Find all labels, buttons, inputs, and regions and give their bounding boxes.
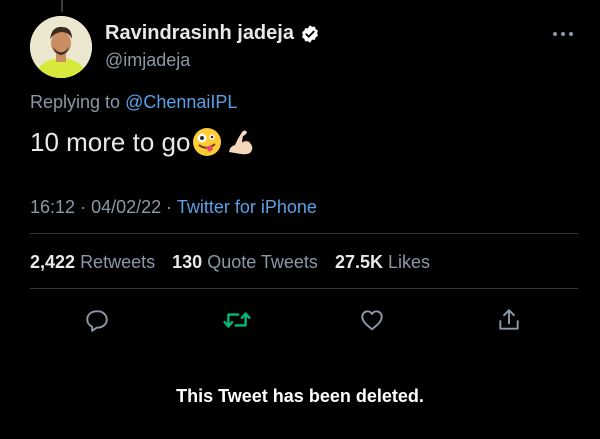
reply-button[interactable] xyxy=(82,305,112,335)
tweet-deleted-notice: This Tweet has been deleted. xyxy=(176,386,424,406)
more-options-icon[interactable] xyxy=(552,26,574,37)
retweets-label: Retweets xyxy=(80,252,156,272)
like-icon xyxy=(361,310,383,331)
avatar-photo xyxy=(30,16,92,78)
divider xyxy=(30,288,578,289)
share-button[interactable] xyxy=(494,305,524,335)
tweet-source-link[interactable]: Twitter for iPhone xyxy=(177,197,317,217)
quote-tweets-count: 130 xyxy=(172,252,203,272)
tweet-stats: 2,422 Retweets 130 Quote Tweets 27.5K Li… xyxy=(30,252,430,273)
meta-separator: · xyxy=(166,197,173,217)
tweet-body: 10 more to go xyxy=(30,126,256,158)
share-icon xyxy=(499,309,519,330)
retweets-stat[interactable]: 2,422 Retweets xyxy=(30,252,160,272)
like-button[interactable] xyxy=(357,305,387,335)
reply-mention-link[interactable]: @ChennaiIPL xyxy=(125,92,237,112)
verified-badge-icon xyxy=(300,24,320,44)
meta-separator: · xyxy=(80,197,87,217)
zany-face-icon xyxy=(191,126,223,158)
tweet-date[interactable]: 04/02/22 xyxy=(91,197,161,217)
retweets-count: 2,422 xyxy=(30,252,76,272)
tweet-meta: 16:12 · 04/02/22 · Twitter for iPhone xyxy=(30,197,317,218)
likes-stat[interactable]: 27.5K Likes xyxy=(335,252,430,272)
replying-to-line: Replying to @ChennaiIPL xyxy=(30,92,237,113)
thread-connector-line xyxy=(61,0,63,12)
retweet-icon xyxy=(223,312,251,328)
divider xyxy=(30,233,578,234)
likes-count: 27.5K xyxy=(334,252,383,272)
action-bar xyxy=(0,305,600,335)
avatar[interactable] xyxy=(30,16,92,78)
author-handle[interactable]: @imjadeja xyxy=(105,50,190,71)
author-display-name[interactable]: Ravindrasinh jadeja xyxy=(105,22,294,45)
replying-to-label: Replying to xyxy=(30,92,121,112)
quote-tweets-label: Quote Tweets xyxy=(207,252,318,272)
tweet-time[interactable]: 16:12 xyxy=(30,197,75,217)
likes-label: Likes xyxy=(388,252,431,272)
retweet-button[interactable] xyxy=(222,305,252,335)
reply-icon xyxy=(86,310,108,332)
tweet-text: 10 more to go xyxy=(30,126,191,157)
flexed-biceps-icon xyxy=(224,126,256,158)
quote-tweets-stat[interactable]: 130 Quote Tweets xyxy=(172,252,323,272)
author-name-row: Ravindrasinh jadeja xyxy=(105,22,320,45)
